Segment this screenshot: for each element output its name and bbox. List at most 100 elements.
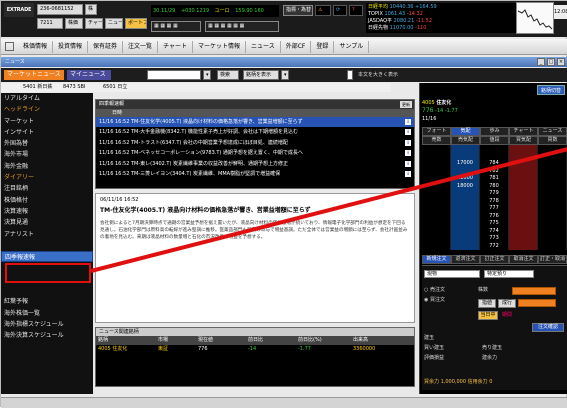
- menu-stock-info[interactable]: 株価情報: [18, 40, 54, 53]
- menu-holdings[interactable]: 保有証券: [88, 40, 124, 53]
- confirm-order-button[interactable]: 注文確認: [532, 323, 564, 332]
- sidebar-item[interactable]: [1, 285, 93, 296]
- index-button-3[interactable]: ▦ ▦ ▦ ▦ ▦ ▦: [205, 21, 279, 32]
- sidebar-item[interactable]: リアルタイム: [1, 93, 93, 104]
- menu-chart[interactable]: チャート: [158, 40, 194, 53]
- news-button[interactable]: ニュース: [105, 18, 123, 29]
- sidebar-item[interactable]: [1, 240, 93, 251]
- account-field[interactable]: 236-0681152: [37, 4, 83, 15]
- table-row[interactable]: [422, 152, 567, 160]
- sidebar-item[interactable]: ヘッドライン: [1, 104, 93, 115]
- info-icon[interactable]: i: [405, 129, 411, 136]
- tab-modify-cancel[interactable]: 訂正・取消: [538, 255, 567, 264]
- sidebar-item[interactable]: 海外市場: [1, 149, 93, 160]
- close-icon[interactable]: ×: [557, 58, 565, 66]
- menu-market[interactable]: マーケット情報: [193, 40, 247, 53]
- qty-input[interactable]: [512, 287, 556, 295]
- stock-price-button[interactable]: 株価: [65, 18, 83, 29]
- price-input[interactable]: [518, 299, 556, 307]
- info-icon[interactable]: i: [405, 139, 411, 146]
- dropdown-icon[interactable]: ▾: [203, 70, 211, 80]
- tab-new-order[interactable]: 新規注文: [422, 255, 451, 264]
- table-row[interactable]: 4005 住友化 東証 776 -14 -1.77 3360000: [96, 345, 414, 354]
- table-row[interactable]: 779: [422, 190, 567, 198]
- table-row[interactable]: 17000 784: [422, 160, 567, 168]
- table-row[interactable]: 18000 780: [422, 182, 567, 190]
- tab-market-news[interactable]: マーケットニュース: [4, 70, 64, 80]
- table-row[interactable]: 777: [422, 205, 567, 213]
- tab-news[interactable]: ニュース: [538, 127, 567, 136]
- info-icon[interactable]: i: [405, 119, 411, 125]
- alert-icon[interactable]: ⚠: [315, 5, 331, 16]
- sidebar-item[interactable]: 決算見通: [1, 217, 93, 228]
- tab-chart[interactable]: チャート: [509, 127, 538, 136]
- list-item[interactable]: 11/16 16:52 TM-ベネッセコーポレーション(9783.T) 通期予想…: [96, 148, 414, 158]
- table-row[interactable]: 774: [422, 227, 567, 235]
- sidebar-item[interactable]: 海外指標スケジュール: [1, 319, 93, 330]
- menu-external[interactable]: 外部CF: [281, 40, 312, 53]
- sidebar-item[interactable]: 海外金融: [1, 161, 93, 172]
- mini-index-chart[interactable]: [516, 2, 554, 34]
- sidebar-item[interactable]: 外国為替: [1, 138, 93, 149]
- table-row[interactable]: 778: [422, 197, 567, 205]
- info-icon[interactable]: i: [405, 160, 411, 167]
- home-icon[interactable]: [5, 42, 14, 51]
- tab-fort[interactable]: フォート: [422, 127, 451, 136]
- market-button[interactable]: 成行: [498, 299, 516, 308]
- news-search-input[interactable]: [147, 70, 201, 80]
- trade-type-select[interactable]: 現物: [424, 270, 480, 278]
- sidebar-item[interactable]: 株価格付: [1, 195, 93, 206]
- info-icon[interactable]: i: [405, 150, 411, 157]
- recent-stock-3[interactable]: 6501 日立: [103, 83, 127, 92]
- sidebar-item[interactable]: ダイアリー: [1, 172, 93, 183]
- list-item[interactable]: 11/16 16:52 TM-トラスト(6347.T) 会社の中期営業予想達成に…: [96, 138, 414, 148]
- table-row[interactable]: 775: [422, 220, 567, 228]
- switch-stock-button[interactable]: 銘柄切替: [536, 85, 565, 95]
- menu-news[interactable]: ニュース: [246, 40, 281, 53]
- table-row[interactable]: [422, 145, 567, 153]
- sidebar-item[interactable]: 海外決算スケジュール: [1, 330, 93, 341]
- menu-orders[interactable]: 注文一覧: [123, 40, 159, 53]
- recent-stock-1[interactable]: 5401 新日鉄: [23, 83, 52, 92]
- table-row[interactable]: 782: [422, 167, 567, 175]
- sidebar-item[interactable]: 決算速報: [1, 206, 93, 217]
- sidebar-item[interactable]: 注目銘柄: [1, 183, 93, 194]
- sidebar-item[interactable]: インサイト: [1, 127, 93, 138]
- large-text-checkbox[interactable]: [347, 70, 353, 80]
- sidebar-item[interactable]: 紅葉予報: [1, 296, 93, 307]
- sort-dropdown-icon[interactable]: ▾: [281, 70, 289, 80]
- table-row[interactable]: 776: [422, 212, 567, 220]
- help-icon[interactable]: ?: [349, 5, 363, 16]
- tab-modify-order[interactable]: 訂正注文: [480, 255, 509, 264]
- tab-ticks[interactable]: 歩み: [480, 127, 509, 136]
- minimize-icon[interactable]: _: [537, 58, 545, 66]
- tab-my-news[interactable]: マイニュース: [67, 70, 111, 80]
- sidebar-item[interactable]: アナリスト: [1, 229, 93, 240]
- today-button[interactable]: 当日中: [478, 311, 498, 320]
- list-item[interactable]: 11/16 16:52 TM-東レ(3402.T) 炭素繊維事業の収益改善が鮮明…: [96, 159, 414, 169]
- refresh-icon[interactable]: ⟳: [333, 5, 347, 16]
- portfolio-button[interactable]: ポートフォリオ: [125, 18, 147, 29]
- sidebar-item[interactable]: 四季報速報: [1, 251, 93, 263]
- sidebar-item[interactable]: マーケット: [1, 116, 93, 127]
- list-item[interactable]: 11/16 16:52 TM-大手金融機(8342.T) 機能性素子売上が好調、…: [96, 127, 414, 137]
- table-row[interactable]: 11000 781: [422, 175, 567, 183]
- update-button[interactable]: 更新: [400, 101, 412, 108]
- tab-quote[interactable]: 気配: [451, 127, 480, 136]
- table-row[interactable]: 772: [422, 242, 567, 250]
- table-row[interactable]: 773: [422, 235, 567, 243]
- recent-stock-2[interactable]: 8473 SBI: [63, 83, 85, 92]
- maximize-icon[interactable]: □: [547, 58, 555, 66]
- menu-sample[interactable]: サンプル: [334, 40, 370, 53]
- index-button-2[interactable]: ▦ ▦ ▦ ▦: [151, 21, 201, 32]
- search-button[interactable]: 検索: [217, 70, 239, 80]
- sort-select[interactable]: 銘柄を表示: [243, 70, 279, 80]
- tab-cancel-order[interactable]: 取消注文: [509, 255, 538, 264]
- account-type-select[interactable]: 特定預り: [484, 270, 534, 278]
- tab-close-order[interactable]: 返済注文: [451, 255, 480, 264]
- list-item[interactable]: 11/16 16:52 TM-住友化学(4005.T) 液晶向け材料の価格急落が…: [96, 117, 414, 128]
- info-icon[interactable]: i: [405, 170, 411, 177]
- chart-button[interactable]: チャート: [85, 18, 103, 29]
- stock-code-input[interactable]: 7211: [37, 18, 63, 29]
- menu-invest-info[interactable]: 投資情報: [53, 40, 89, 53]
